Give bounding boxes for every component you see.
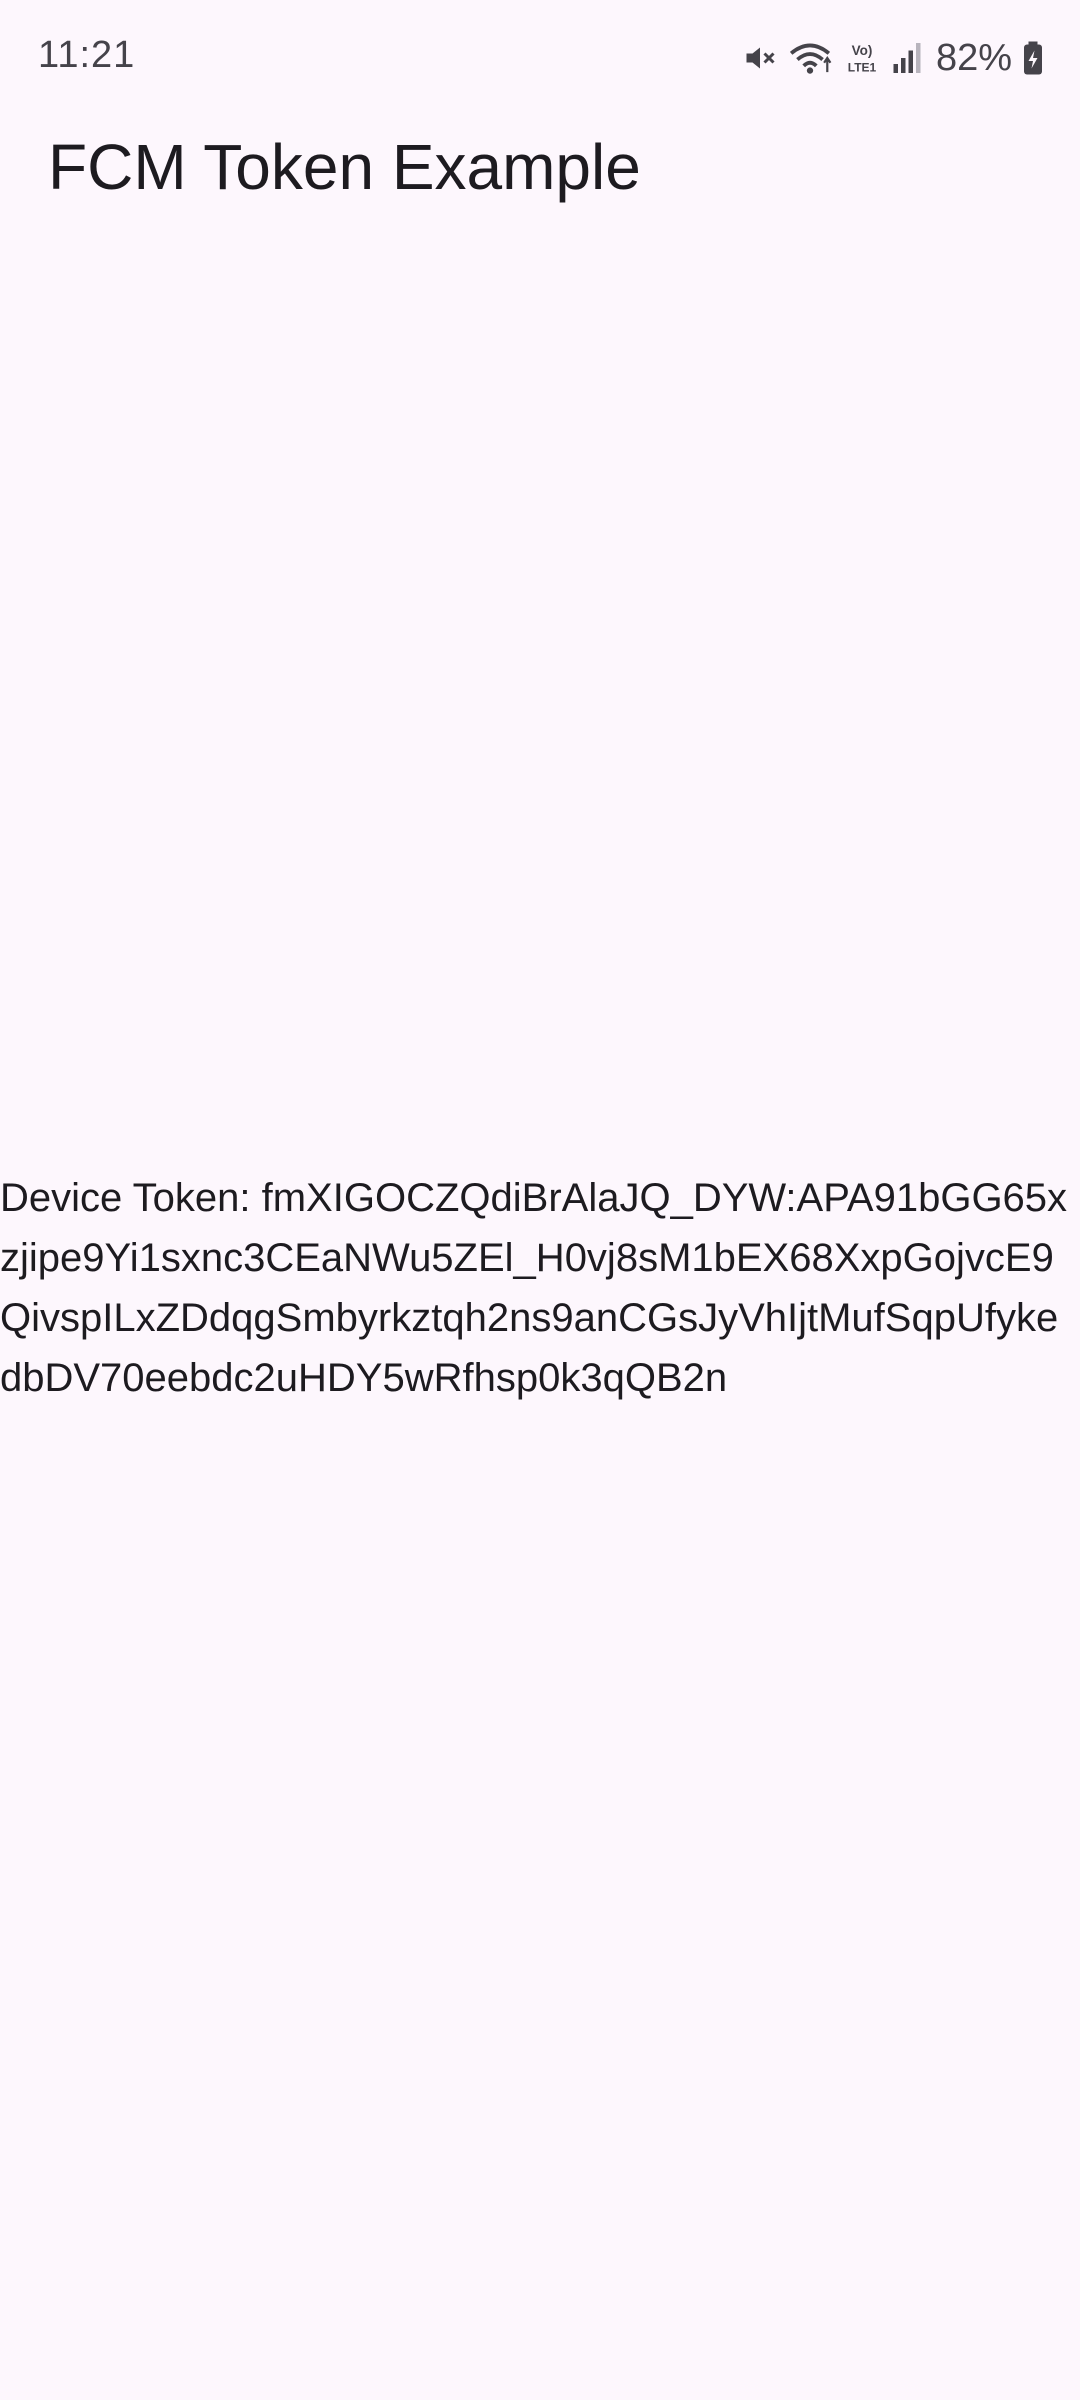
battery-percent: 82% xyxy=(935,36,1012,79)
status-time: 11:21 xyxy=(38,34,136,76)
svg-text:LTE1: LTE1 xyxy=(848,61,877,75)
battery-icon xyxy=(1022,40,1044,76)
svg-text:Vo): Vo) xyxy=(852,43,873,58)
main-content: Device Token: fmXIGOCZQdiBrAlaJQ_DYW:APA… xyxy=(0,176,1080,2400)
wifi-icon xyxy=(788,40,832,76)
signal-icon xyxy=(892,40,922,76)
device-token-text: Device Token: fmXIGOCZQdiBrAlaJQ_DYW:APA… xyxy=(0,1176,1068,1400)
volte-icon: Vo) LTE1 xyxy=(842,40,882,76)
status-icons: Vo) LTE1 82% xyxy=(742,36,1044,80)
status-bar: 11:21 Vo) LTE1 82% xyxy=(0,0,1080,120)
mute-icon xyxy=(742,40,778,76)
